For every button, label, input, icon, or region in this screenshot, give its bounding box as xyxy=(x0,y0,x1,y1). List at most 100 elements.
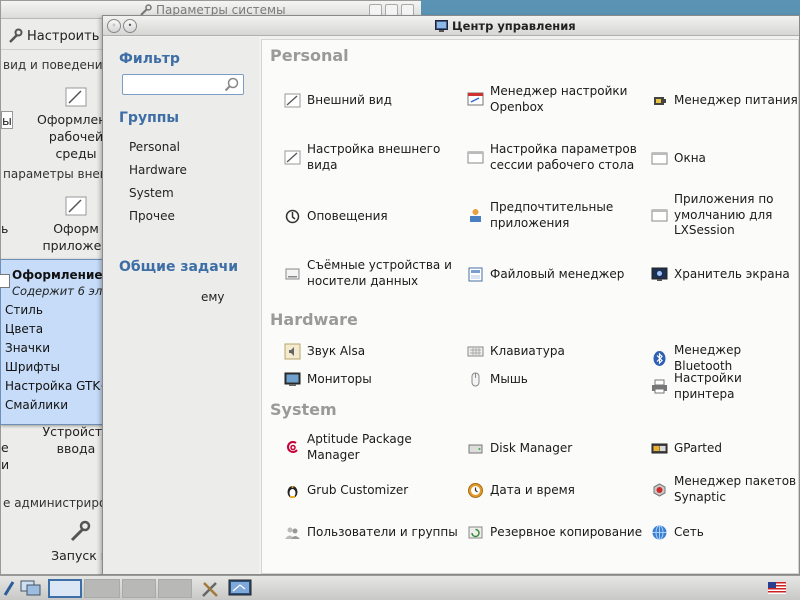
item-monitors[interactable]: Мониторы xyxy=(284,371,454,388)
item-synaptic[interactable]: Менеджер пакетов Synaptic xyxy=(651,474,798,505)
clipped-item-2[interactable]: ь xyxy=(1,220,29,237)
openbox-icon xyxy=(467,92,484,106)
item-openbox[interactable]: Менеджер настройки Openbox xyxy=(467,84,642,115)
item-network[interactable]: Сеть xyxy=(651,524,798,541)
taskbar-window-button[interactable] xyxy=(122,579,156,598)
item-alsa-sound[interactable]: Звук Alsa xyxy=(284,343,454,360)
content-panel: Personal Внешний вид Менеджер настройки … xyxy=(261,39,799,574)
item-grub-customizer[interactable]: Grub Customizer xyxy=(284,482,454,499)
taskbar-window-button-active[interactable] xyxy=(48,579,82,598)
appearance-icon xyxy=(65,87,87,107)
filter-heading: Фильтр xyxy=(119,51,180,67)
tux-icon xyxy=(287,486,298,498)
control-center-window: ◦ • Центр управления Фильтр Группы Perso… xyxy=(102,15,800,575)
clipped-item-1[interactable]: ы xyxy=(1,111,13,129)
item-users-groups[interactable]: Пользователи и группы xyxy=(284,524,462,541)
bluetooth-icon xyxy=(653,351,666,366)
section-look-behavior: вид и поведение xyxy=(3,58,110,72)
wrench-icon xyxy=(70,520,91,542)
monitor-icon xyxy=(284,372,301,386)
windows-icon xyxy=(651,152,668,165)
item-default-apps-lxsession[interactable]: Приложения по умолчанию для LXSession xyxy=(651,192,798,239)
item-preferred-apps[interactable]: Предпочтительные приложения xyxy=(467,200,642,231)
sidebar: Фильтр Группы Personal Hardware System П… xyxy=(103,37,259,574)
clipped-item-3[interactable]: е и xyxy=(1,439,29,473)
taskbar-window-button[interactable] xyxy=(158,579,192,598)
tooltip-item: Значки xyxy=(5,341,51,355)
item-file-manager[interactable]: Файловый менеджер xyxy=(467,266,642,283)
users-icon xyxy=(285,527,300,539)
backup-icon xyxy=(468,526,483,539)
synaptic-icon xyxy=(653,483,666,497)
removable-media-icon xyxy=(285,268,300,280)
item-date-time[interactable]: Дата и время xyxy=(467,482,642,499)
keyboard-icon xyxy=(467,346,484,357)
item-printer-settings[interactable]: Настройки принтера xyxy=(651,371,798,402)
keyboard-layout-flag-icon[interactable] xyxy=(768,582,786,594)
tooltip-item: Смайлики xyxy=(5,398,69,412)
start-menu-icon[interactable] xyxy=(2,579,16,598)
debian-icon xyxy=(287,441,298,453)
notifications-icon xyxy=(285,209,300,224)
item-notifications[interactable]: Оповещения xyxy=(284,208,454,225)
desktop-switcher-icon[interactable] xyxy=(20,579,42,598)
item-session-settings[interactable]: Настройка параметров сессии рабочего сто… xyxy=(467,142,647,173)
item-backup[interactable]: Резервное копирование xyxy=(467,524,645,541)
category-personal-heading: Personal xyxy=(270,46,349,65)
search-input[interactable] xyxy=(123,75,219,94)
category-hardware-heading: Hardware xyxy=(270,310,358,329)
item-removable-media[interactable]: Съёмные устройства и носители данных xyxy=(284,258,462,289)
tools-icon[interactable] xyxy=(200,579,222,598)
taskbar xyxy=(0,575,800,600)
clock-icon xyxy=(468,483,483,498)
control-center-icon[interactable] xyxy=(228,579,252,598)
item-appearance[interactable]: Внешний вид xyxy=(284,92,454,109)
file-manager-icon xyxy=(468,267,483,282)
tooltip-item: Настройка GTK+ xyxy=(5,379,111,393)
search-box[interactable] xyxy=(122,74,244,95)
item-gparted[interactable]: GParted xyxy=(651,440,798,457)
group-personal[interactable]: Personal xyxy=(129,140,180,154)
item-aptitude[interactable]: Aptitude Package Manager xyxy=(284,432,454,463)
session-icon xyxy=(467,151,484,164)
sound-icon xyxy=(284,343,301,360)
window-pin-button[interactable]: • xyxy=(123,19,137,33)
groups-heading: Группы xyxy=(119,110,180,126)
control-center-icon xyxy=(435,20,448,32)
wrench-icon xyxy=(9,28,23,43)
default-apps-icon xyxy=(651,209,668,222)
category-system-heading: System xyxy=(270,400,337,419)
search-icon[interactable] xyxy=(224,77,240,92)
gparted-icon xyxy=(651,443,668,454)
section-administration: е администриро xyxy=(3,496,107,510)
item-disk-manager[interactable]: Disk Manager xyxy=(467,440,642,457)
power-icon xyxy=(654,97,666,105)
group-hardware[interactable]: Hardware xyxy=(129,163,187,177)
configure-button[interactable]: Настроить xyxy=(7,25,99,47)
window-menu-button[interactable]: ◦ xyxy=(107,19,121,33)
appearance-icon xyxy=(284,93,301,108)
document-icon xyxy=(0,274,10,288)
disk-icon xyxy=(468,444,483,454)
group-other[interactable]: Прочее xyxy=(129,209,175,223)
group-system[interactable]: System xyxy=(129,186,174,200)
common-task-item[interactable]: ему xyxy=(201,290,225,304)
app-style-icon xyxy=(65,196,87,216)
system-settings-toolbar: Настроить xyxy=(1,20,111,50)
control-center-title: Центр управления xyxy=(435,19,576,33)
item-windows[interactable]: Окна xyxy=(651,150,798,167)
item-keyboard[interactable]: Клавиатура xyxy=(467,343,642,360)
common-tasks-heading: Общие задачи xyxy=(119,259,239,275)
item-power-manager[interactable]: Менеджер питания xyxy=(651,92,798,109)
item-bluetooth[interactable]: Менеджер Bluetooth xyxy=(651,343,798,374)
network-icon xyxy=(652,525,667,540)
printer-icon xyxy=(652,379,667,394)
item-appearance-settings[interactable]: Настройка внешнего вида xyxy=(284,142,454,173)
item-mouse[interactable]: Мышь xyxy=(467,371,642,388)
tooltip-item: Цвета xyxy=(5,322,44,336)
preferred-apps-icon xyxy=(470,209,481,222)
screensaver-icon xyxy=(651,267,668,281)
control-center-titlebar[interactable]: ◦ • Центр управления xyxy=(103,16,799,36)
item-screensaver[interactable]: Хранитель экрана xyxy=(651,266,798,283)
taskbar-window-button[interactable] xyxy=(84,579,120,598)
